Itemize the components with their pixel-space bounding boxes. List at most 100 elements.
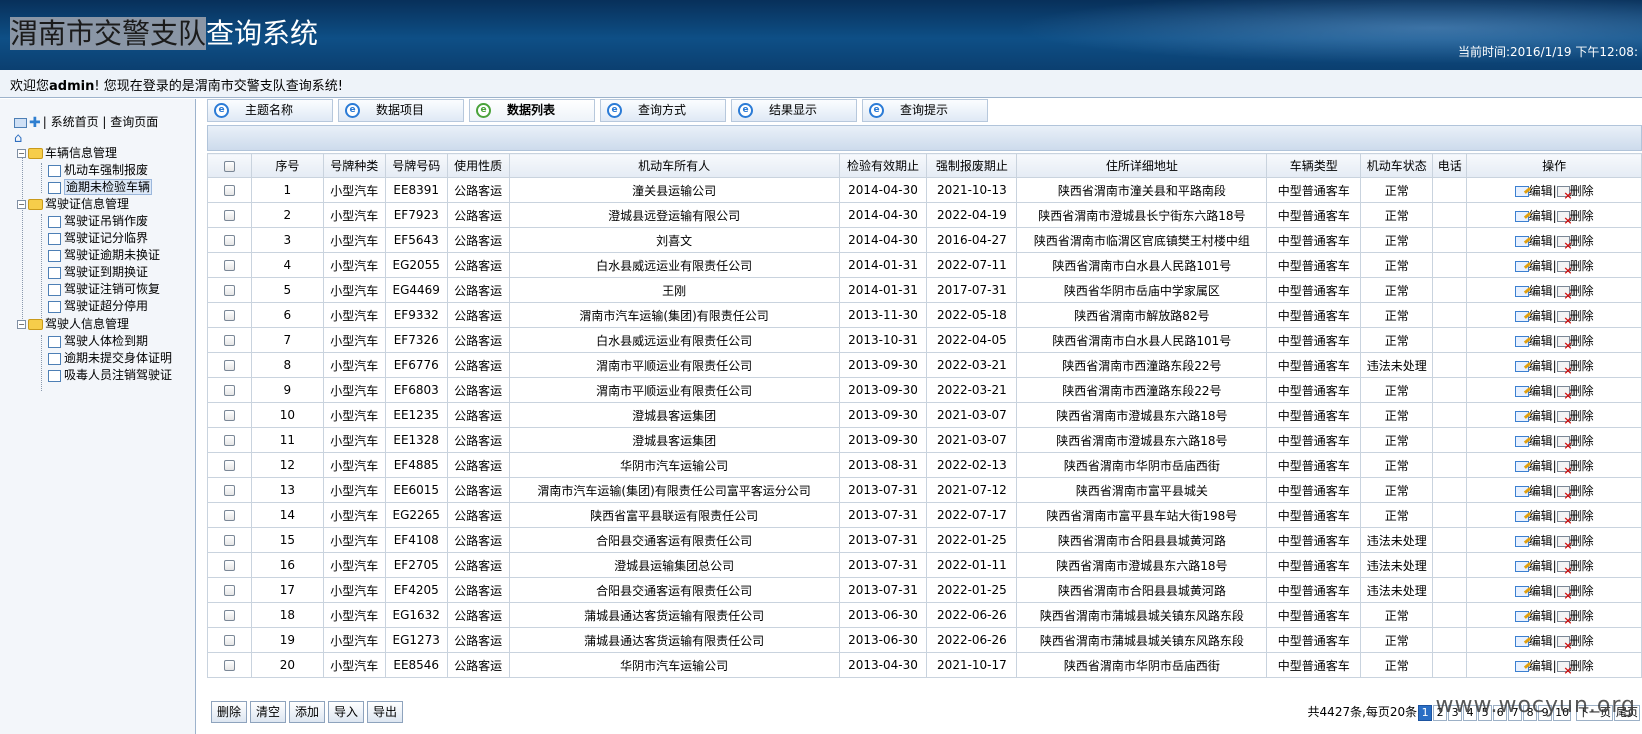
row-checkbox[interactable] bbox=[223, 560, 235, 571]
col-header[interactable]: 检验有效期止 bbox=[838, 153, 928, 178]
table-row[interactable]: 15 小型汽车 EF4108 公路客运 合阳县交通客运有限责任公司 2013-07-31 2… bbox=[207, 527, 1642, 553]
row-select-cell[interactable] bbox=[207, 352, 252, 378]
edit-action[interactable]: 编辑 bbox=[1514, 559, 1553, 573]
row-select-cell[interactable] bbox=[207, 202, 252, 228]
col-header[interactable]: 操作 bbox=[1466, 153, 1642, 178]
tree-item-license-cancel-restorable[interactable]: 驾驶证注销可恢复 bbox=[48, 280, 160, 298]
row-select-cell[interactable] bbox=[207, 602, 252, 628]
table-row[interactable]: 5 小型汽车 EG4469 公路客运 王刚 2014-01-31 2017-07-31 陕西省… bbox=[207, 277, 1642, 303]
row-select-cell[interactable] bbox=[207, 552, 252, 578]
edit-action[interactable]: 编辑 bbox=[1514, 584, 1553, 598]
row-select-cell[interactable] bbox=[207, 627, 252, 653]
row-checkbox[interactable] bbox=[223, 285, 235, 296]
table-row[interactable]: 20 小型汽车 EE8546 公路客运 华阴市汽车运输公司 2013-04-30 2021-… bbox=[207, 652, 1642, 678]
edit-action[interactable]: 编辑 bbox=[1514, 509, 1553, 523]
delete-action[interactable]: 删除 bbox=[1556, 434, 1594, 451]
row-checkbox[interactable] bbox=[223, 460, 235, 471]
delete-action[interactable]: 删除 bbox=[1556, 209, 1594, 226]
row-select-cell[interactable] bbox=[207, 577, 252, 603]
delete-action[interactable]: 删除 bbox=[1556, 184, 1594, 201]
row-checkbox[interactable] bbox=[223, 235, 235, 246]
edit-action[interactable]: 编辑 bbox=[1514, 284, 1553, 298]
table-row[interactable]: 7 小型汽车 EF7326 公路客运 白水县威远运业有限责任公司 2013-10-31 20… bbox=[207, 327, 1642, 353]
row-select-cell[interactable] bbox=[207, 527, 252, 553]
delete-action[interactable]: 删除 bbox=[1556, 234, 1594, 251]
edit-action[interactable]: 编辑 bbox=[1514, 484, 1553, 498]
edit-action[interactable]: 编辑 bbox=[1514, 359, 1553, 373]
select-all-cell[interactable] bbox=[207, 153, 252, 178]
tree-item-license-overdue-renew[interactable]: 驾驶证逾期未换证 bbox=[48, 246, 160, 264]
row-select-cell[interactable] bbox=[207, 402, 252, 428]
row-checkbox[interactable] bbox=[223, 185, 235, 196]
table-row[interactable]: 9 小型汽车 EF6803 公路客运 渭南市平顺运业有限责任公司 2013-09-30 20… bbox=[207, 377, 1642, 403]
edit-action[interactable]: 编辑 bbox=[1514, 459, 1553, 473]
edit-action[interactable]: 编辑 bbox=[1514, 634, 1553, 648]
tree-item-driver-medical[interactable]: 驾驶人体检到期 bbox=[48, 332, 148, 350]
table-row[interactable]: 12 小型汽车 EF4885 公路客运 华阴市汽车运输公司 2013-08-31 2022-… bbox=[207, 452, 1642, 478]
tree-item-license-revoked[interactable]: 驾驶证吊销作废 bbox=[48, 212, 148, 230]
col-header[interactable]: 机动车所有人 bbox=[508, 153, 840, 178]
row-checkbox[interactable] bbox=[223, 485, 235, 496]
row-checkbox[interactable] bbox=[223, 210, 235, 221]
delete-action[interactable]: 删除 bbox=[1556, 459, 1594, 476]
delete-action[interactable]: 删除 bbox=[1556, 384, 1594, 401]
row-select-cell[interactable] bbox=[207, 427, 252, 453]
col-header[interactable]: 号牌号码 bbox=[384, 153, 448, 178]
table-row[interactable]: 3 小型汽车 EF5643 公路客运 刘喜文 2014-04-30 2016-04-27 陕西… bbox=[207, 227, 1642, 253]
collapse-icon[interactable]: − bbox=[17, 320, 26, 329]
row-select-cell[interactable] bbox=[207, 252, 252, 278]
sidebar-links-text[interactable]: | 系统首页 | 查询页面 bbox=[43, 115, 159, 129]
row-select-cell[interactable] bbox=[207, 227, 252, 253]
row-checkbox[interactable] bbox=[223, 635, 235, 646]
table-row[interactable]: 1 小型汽车 EE8391 公路客运 潼关县运输公司 2014-04-30 2021-10-… bbox=[207, 177, 1642, 203]
tab-topic-name[interactable]: e 主题名称 bbox=[207, 99, 333, 122]
row-select-cell[interactable] bbox=[207, 377, 252, 403]
tree-item-overdue-inspection[interactable]: 逾期未检验车辆 bbox=[48, 178, 153, 196]
table-row[interactable]: 4 小型汽车 EG2055 公路客运 白水县威远运业有限责任公司 2014-01-31 20… bbox=[207, 252, 1642, 278]
col-header[interactable]: 号牌种类 bbox=[322, 153, 386, 178]
row-select-cell[interactable] bbox=[207, 452, 252, 478]
delete-action[interactable]: 删除 bbox=[1556, 409, 1594, 426]
row-checkbox[interactable] bbox=[223, 360, 235, 371]
row-checkbox[interactable] bbox=[223, 585, 235, 596]
delete-action[interactable]: 删除 bbox=[1556, 284, 1594, 301]
table-row[interactable]: 19 小型汽车 EG1273 公路客运 蒲城县通达客货运输有限责任公司 2013-06-3… bbox=[207, 627, 1642, 653]
tree-group-license[interactable]: − 驾驶证信息管理 bbox=[17, 195, 129, 213]
row-select-cell[interactable] bbox=[207, 502, 252, 528]
row-select-cell[interactable] bbox=[207, 477, 252, 503]
tab-query-method[interactable]: e 查询方式 bbox=[600, 99, 726, 122]
table-row[interactable]: 18 小型汽车 EG1632 公路客运 蒲城县通达客货运输有限责任公司 2013-06-3… bbox=[207, 602, 1642, 628]
table-row[interactable]: 13 小型汽车 EE6015 公路客运 渭南市汽车运输(集团)有限责任公司富平客运分公司… bbox=[207, 477, 1642, 503]
edit-action[interactable]: 编辑 bbox=[1514, 434, 1553, 448]
row-checkbox[interactable] bbox=[223, 335, 235, 346]
delete-action[interactable]: 删除 bbox=[1556, 334, 1594, 351]
edit-action[interactable]: 编辑 bbox=[1514, 259, 1553, 273]
delete-action[interactable]: 删除 bbox=[1556, 309, 1594, 326]
tree-group-driver[interactable]: − 驾驶人信息管理 bbox=[17, 315, 129, 333]
plus-icon[interactable]: ✚ bbox=[29, 115, 41, 131]
edit-action[interactable]: 编辑 bbox=[1514, 659, 1553, 673]
col-header[interactable]: 机动车状态 bbox=[1360, 153, 1434, 178]
table-row[interactable]: 11 小型汽车 EE1328 公路客运 澄城县客运集团 2013-09-30 2021-03… bbox=[207, 427, 1642, 453]
delete-action[interactable]: 删除 bbox=[1556, 559, 1594, 576]
row-checkbox[interactable] bbox=[223, 385, 235, 396]
row-select-cell[interactable] bbox=[207, 652, 252, 678]
delete-action[interactable]: 删除 bbox=[1556, 584, 1594, 601]
edit-action[interactable]: 编辑 bbox=[1514, 609, 1553, 623]
edit-action[interactable]: 编辑 bbox=[1514, 184, 1553, 198]
table-row[interactable]: 10 小型汽车 EE1235 公路客运 澄城县客运集团 2013-09-30 2021-03… bbox=[207, 402, 1642, 428]
delete-action[interactable]: 删除 bbox=[1556, 534, 1594, 551]
row-checkbox[interactable] bbox=[223, 660, 235, 671]
row-checkbox[interactable] bbox=[223, 610, 235, 621]
row-select-cell[interactable] bbox=[207, 177, 252, 203]
tree-item-license-points[interactable]: 驾驶证记分临界 bbox=[48, 229, 148, 247]
tree-item-forced-scrap[interactable]: 机动车强制报废 bbox=[48, 161, 148, 179]
clear-button[interactable]: 清空 bbox=[250, 701, 287, 723]
delete-action[interactable]: 删除 bbox=[1556, 634, 1594, 651]
row-checkbox[interactable] bbox=[223, 410, 235, 421]
export-button[interactable]: 导出 bbox=[367, 701, 404, 723]
edit-action[interactable]: 编辑 bbox=[1514, 234, 1553, 248]
table-row[interactable]: 16 小型汽车 EF2705 公路客运 澄城县运输集团总公司 2013-07-31 2022… bbox=[207, 552, 1642, 578]
row-checkbox[interactable] bbox=[223, 510, 235, 521]
row-checkbox[interactable] bbox=[223, 535, 235, 546]
